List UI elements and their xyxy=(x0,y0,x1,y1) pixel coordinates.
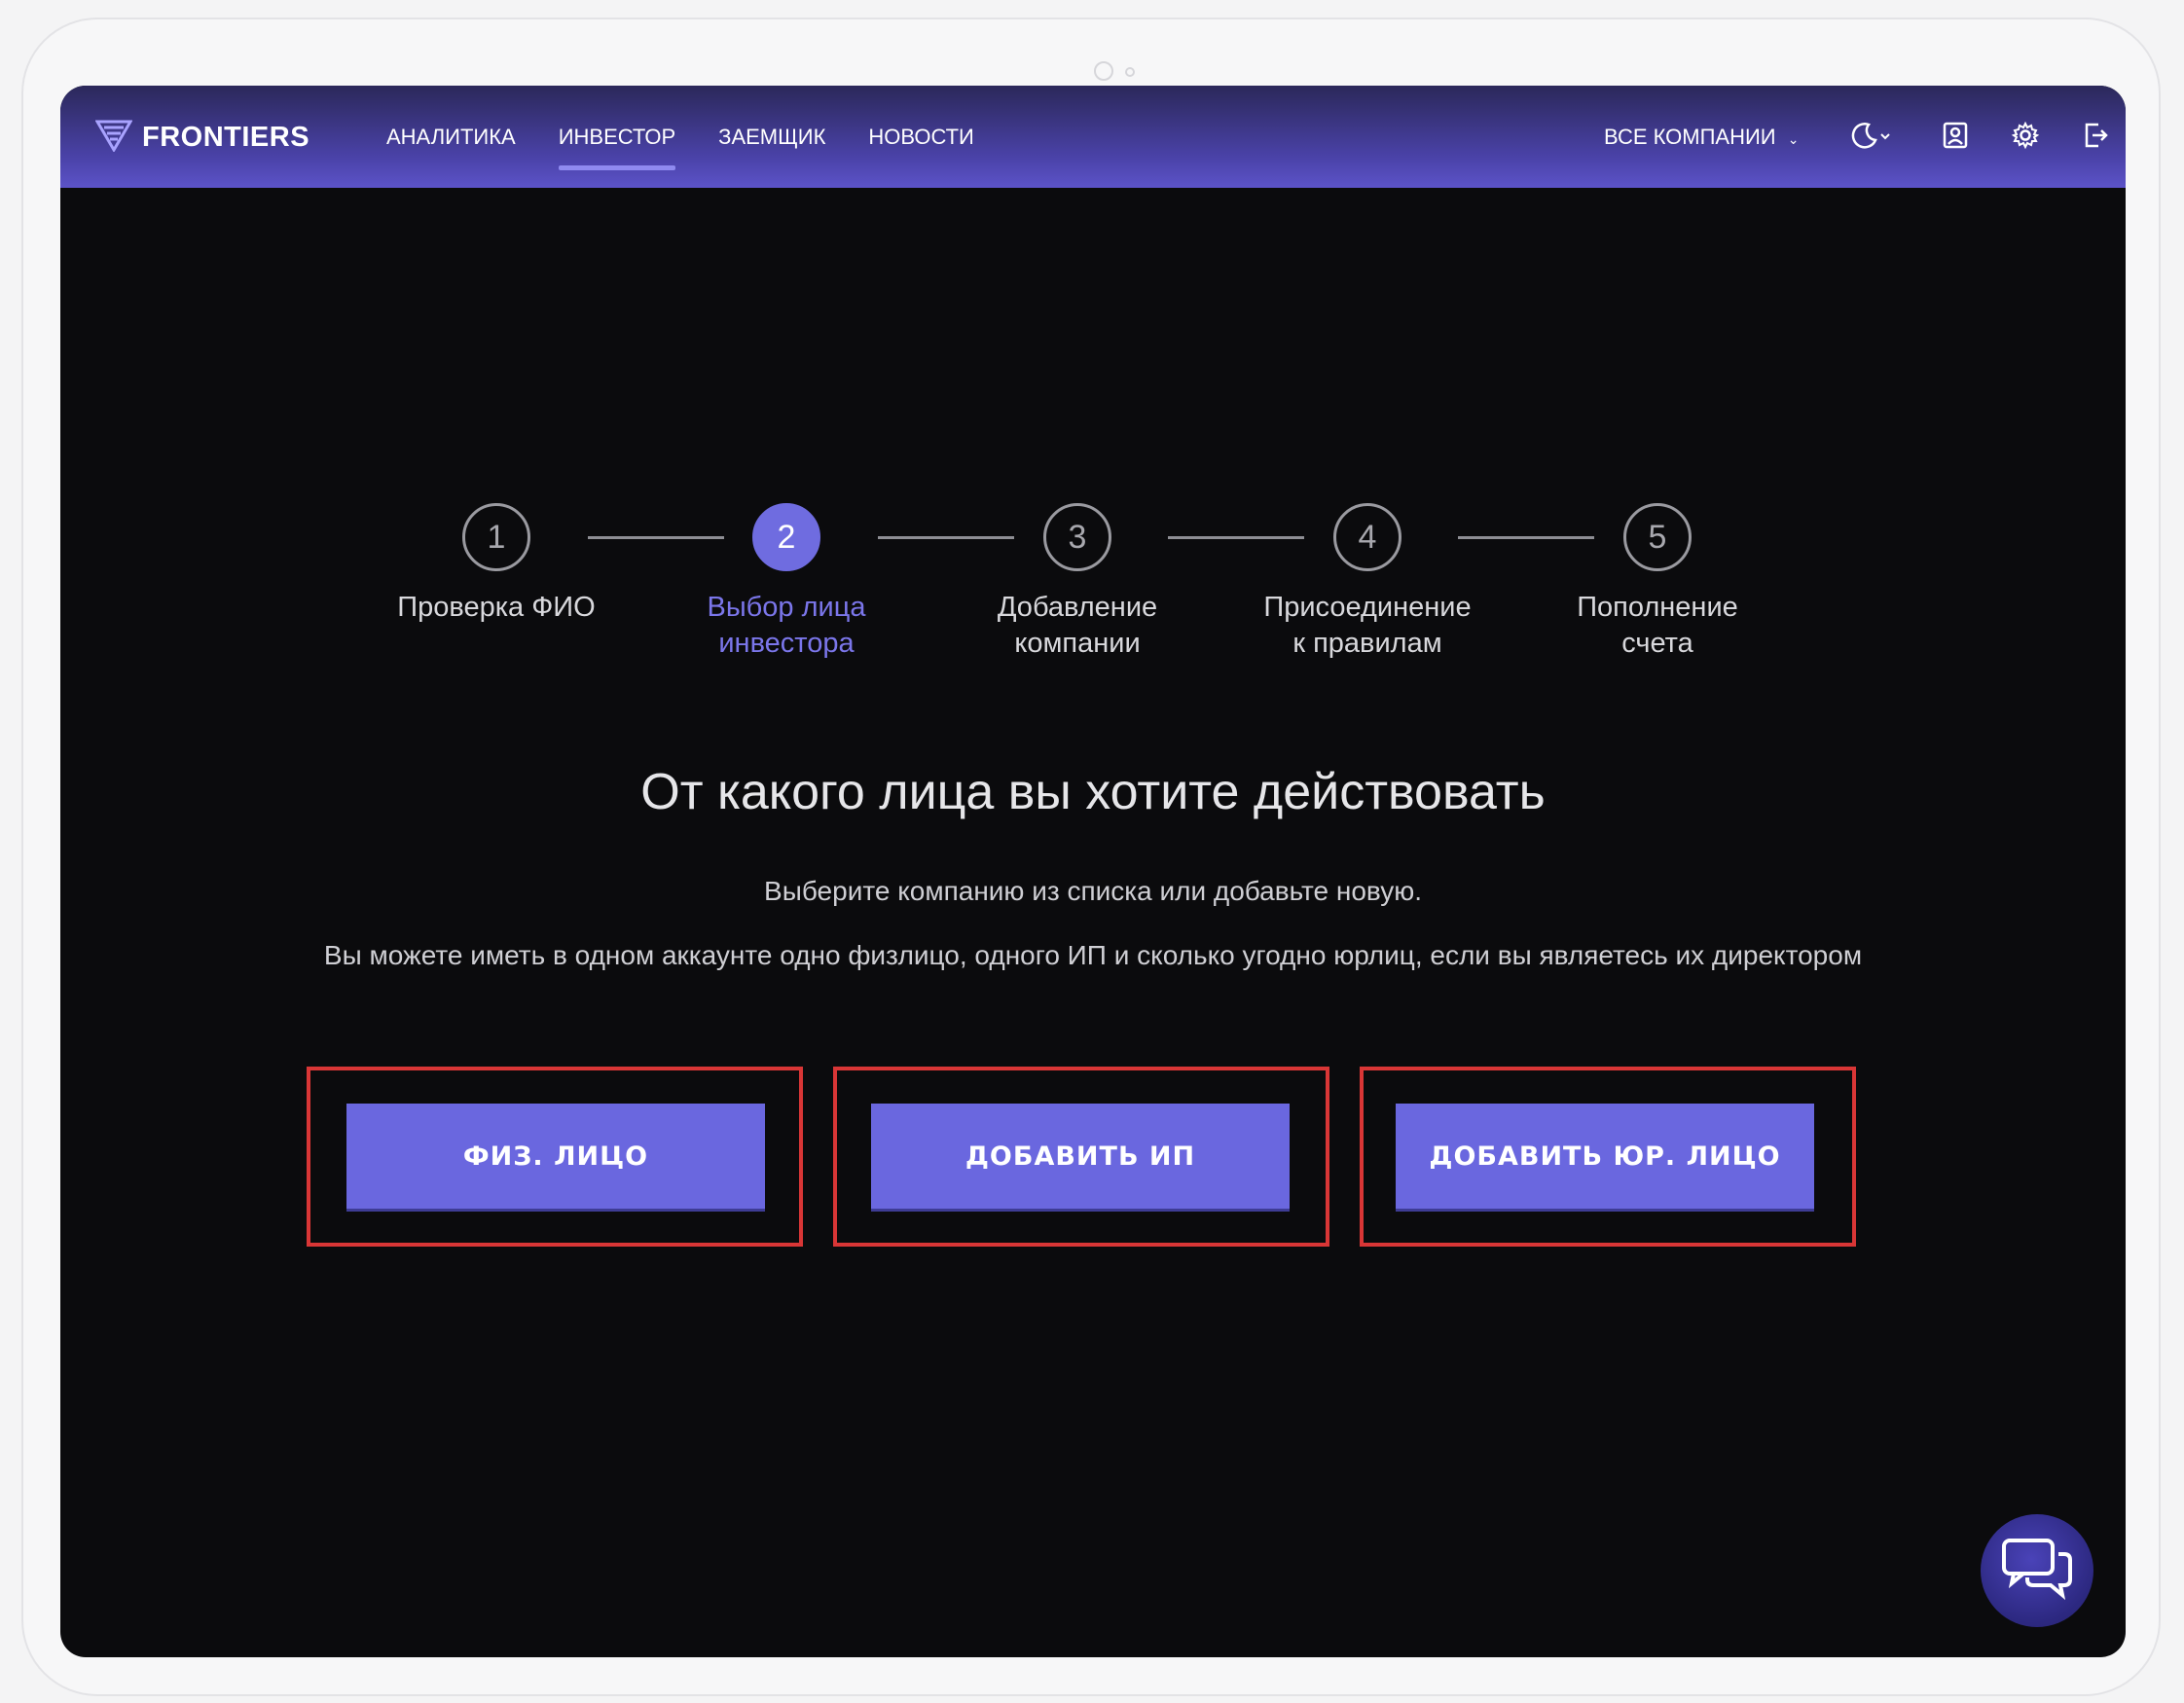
step-2-label: Выбор лица инвестора xyxy=(660,590,913,662)
step-3-circle: 3 xyxy=(1043,503,1111,571)
step-4-label: Присоединение к правилам xyxy=(1241,590,1494,662)
nav-item-news[interactable]: НОВОСТИ xyxy=(868,86,973,188)
add-legal-entity-button[interactable]: ДОБАВИТЬ ЮР. ЛИЦО xyxy=(1396,1104,1814,1209)
step-5-label: Пополнение счета xyxy=(1531,590,1784,662)
nav-item-borrower[interactable]: ЗАЕМЩИК xyxy=(718,86,825,188)
step-1-circle: 1 xyxy=(462,503,530,571)
profile-button[interactable] xyxy=(1937,119,1974,156)
step-2-circle: 2 xyxy=(752,503,820,571)
chevron-down-icon xyxy=(1878,128,1892,147)
step-5-circle: 5 xyxy=(1623,503,1692,571)
logo[interactable]: FRONTIERS xyxy=(94,119,310,156)
theme-toggle[interactable] xyxy=(1841,119,1900,156)
logout-icon xyxy=(2081,121,2110,154)
app-screen: FRONTIERS АНАЛИТИКА ИНВЕСТОР ЗАЕМЩИК НОВ… xyxy=(60,86,2126,1657)
step-2-label-line1: Выбор лица xyxy=(707,592,866,623)
moon-icon xyxy=(1849,121,1878,154)
page-subtitle: Выберите компанию из списка или добавьте… xyxy=(764,876,1422,906)
chat-icon xyxy=(2000,1537,2074,1605)
logo-text: FRONTIERS xyxy=(142,121,310,153)
step-1-label: Проверка ФИО xyxy=(370,590,623,626)
camera-icon xyxy=(1094,61,1113,81)
step-2-label-line2: инвестора xyxy=(718,628,855,659)
top-navigation-bar: FRONTIERS АНАЛИТИКА ИНВЕСТОР ЗАЕМЩИК НОВ… xyxy=(60,86,2126,188)
step-connector xyxy=(1458,536,1594,539)
page-note: Вы можете иметь в одном аккаунте одно фи… xyxy=(323,940,1863,970)
step-connector xyxy=(588,536,724,539)
step-5-label-line1: Пополнение xyxy=(1577,592,1738,623)
chat-button[interactable] xyxy=(1981,1514,2093,1627)
user-card-icon xyxy=(1941,121,1970,154)
gear-icon xyxy=(2011,121,2040,154)
add-ip-button[interactable]: ДОБАВИТЬ ИП xyxy=(871,1104,1290,1209)
step-3-label-line1: Добавление xyxy=(997,592,1158,623)
step-4-label-line2: к правилам xyxy=(1292,628,1442,659)
companies-label: ВСЕ КОМПАНИИ xyxy=(1604,125,1776,149)
step-5-label-line2: счета xyxy=(1621,628,1693,659)
settings-button[interactable] xyxy=(2007,119,2044,156)
step-3-label: Добавление компании xyxy=(951,590,1204,662)
page-title: От какого лица вы хотите действовать xyxy=(640,764,1546,820)
step-connector xyxy=(878,536,1014,539)
individual-button[interactable]: ФИЗ. ЛИЦО xyxy=(346,1104,765,1209)
nav-item-analytics[interactable]: АНАЛИТИКА xyxy=(386,86,516,188)
step-3-label-line2: компании xyxy=(1014,628,1141,659)
main-nav: АНАЛИТИКА ИНВЕСТОР ЗАЕМЩИК НОВОСТИ xyxy=(386,86,1017,188)
sensor-icon xyxy=(1125,67,1135,77)
companies-dropdown[interactable]: ВСЕ КОМПАНИИ ⌄ xyxy=(1604,86,1799,188)
step-4-label-line1: Присоединение xyxy=(1263,592,1472,623)
nav-item-investor[interactable]: ИНВЕСТОР xyxy=(558,86,676,188)
step-connector xyxy=(1168,536,1304,539)
frontiers-logo-icon xyxy=(94,119,133,156)
step-1-label-line1: Проверка ФИО xyxy=(397,592,596,623)
logout-button[interactable] xyxy=(2077,119,2114,156)
chevron-down-icon: ⌄ xyxy=(1787,131,1800,147)
step-4-circle: 4 xyxy=(1333,503,1401,571)
